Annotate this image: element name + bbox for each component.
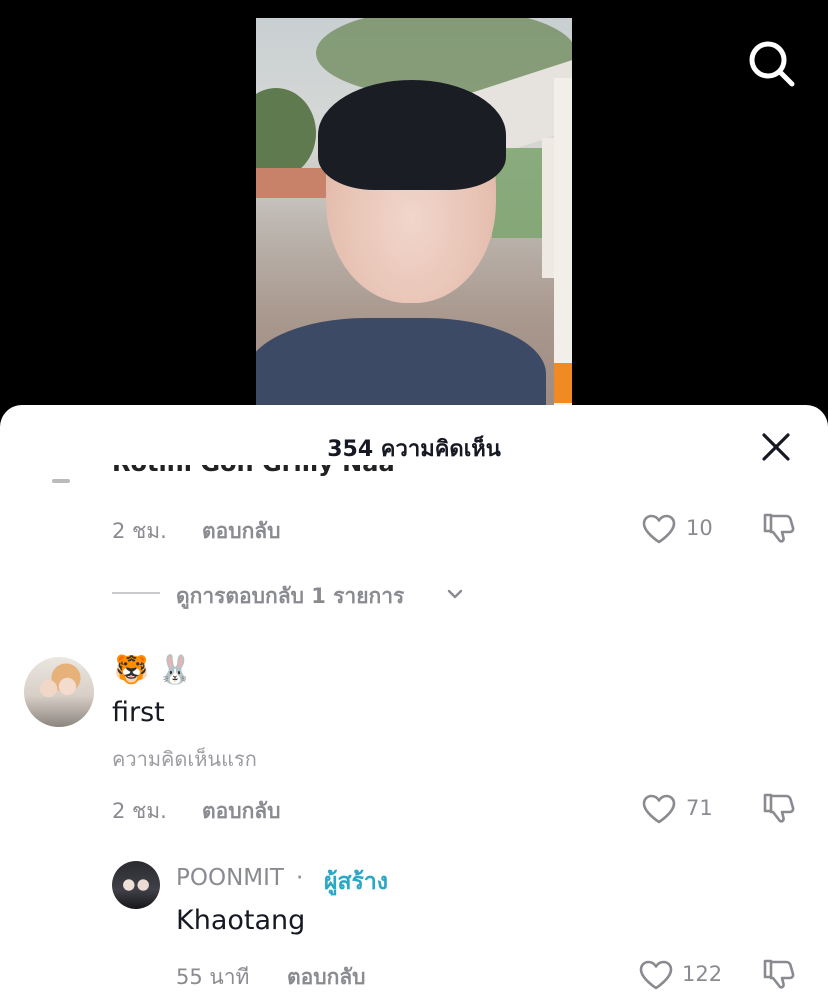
- avatar-fragment: [52, 479, 70, 483]
- comment-text: first: [112, 697, 165, 728]
- creator-badge: ผู้สร้าง: [324, 869, 389, 895]
- reply-username[interactable]: POONMIT: [176, 865, 284, 891]
- reply-button[interactable]: ตอบกลับ: [287, 961, 366, 994]
- like-count: 71: [686, 796, 713, 820]
- comment-time: 2 ชม.: [112, 519, 167, 543]
- dislike-icon[interactable]: [762, 791, 796, 825]
- chevron-down-icon[interactable]: [446, 585, 464, 603]
- heart-icon[interactable]: [639, 960, 673, 990]
- video-person-hair: [318, 80, 506, 190]
- comment-sub-label: ความคิดเห็นแรก: [112, 747, 257, 771]
- comment-time: 55 นาที: [176, 965, 250, 989]
- avatar[interactable]: [24, 657, 94, 727]
- video-player[interactable]: [256, 18, 572, 418]
- like-count: 122: [682, 962, 723, 986]
- reply-button[interactable]: ตอบกลับ: [202, 795, 281, 828]
- reply-button[interactable]: ตอบกลับ: [202, 515, 281, 548]
- avatar[interactable]: [112, 861, 160, 909]
- comments-sheet: 354 ความคิดเห็น Rotini Gon Grilly Naa 2 …: [0, 405, 828, 1004]
- like-count: 10: [686, 516, 713, 540]
- video-pillar: [542, 138, 554, 278]
- close-icon[interactable]: [760, 431, 792, 463]
- separator-dot: ·: [296, 865, 304, 891]
- dislike-icon[interactable]: [762, 957, 796, 991]
- comment-emojis: 🐯 🐰: [114, 653, 193, 686]
- divider-line: [112, 592, 160, 594]
- video-person-shirt: [256, 318, 546, 418]
- comment-text-cut: Rotini Gon Grilly Naa: [112, 465, 395, 491]
- search-icon[interactable]: [746, 38, 798, 90]
- reply-text: Khaotang: [176, 905, 306, 936]
- view-replies-button[interactable]: ดูการตอบกลับ 1 รายการ: [176, 580, 404, 613]
- video-tree: [256, 88, 316, 178]
- video-building: [256, 168, 326, 198]
- comments-title: 354 ความคิดเห็น: [327, 437, 501, 462]
- dislike-icon[interactable]: [762, 511, 796, 545]
- heart-icon[interactable]: [642, 514, 676, 544]
- comment-time: 2 ชม.: [112, 799, 167, 823]
- heart-icon[interactable]: [642, 794, 676, 824]
- video-pole-base: [554, 363, 572, 403]
